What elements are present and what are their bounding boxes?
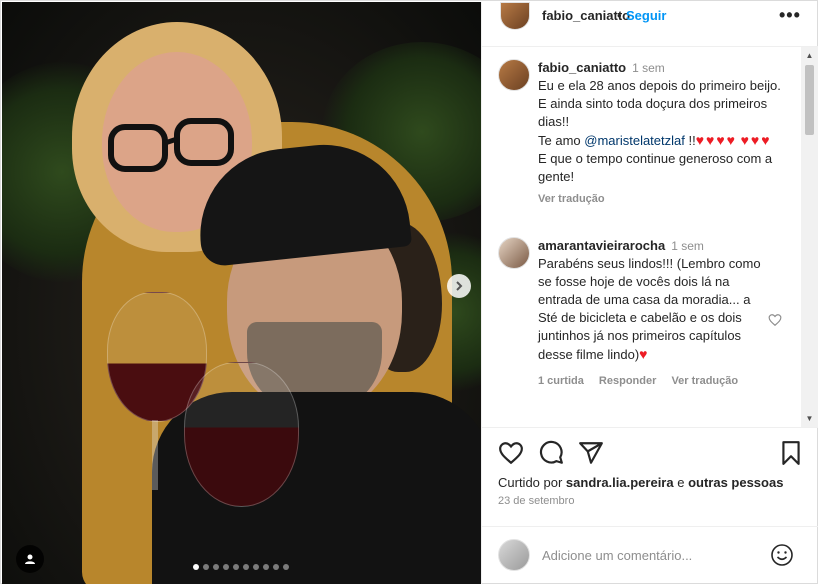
comments-list[interactable]: fabio_caniatto 1 sem Eu e ela 28 anos dep…: [482, 47, 818, 427]
author-avatar[interactable]: [498, 59, 530, 91]
carousel-dot: [233, 564, 239, 570]
add-comment-bar: [482, 527, 818, 583]
commenter-avatar[interactable]: [498, 237, 530, 269]
others-link[interactable]: outras pessoas: [688, 475, 783, 490]
comment-like-heart-icon[interactable]: [768, 313, 782, 327]
reply-button[interactable]: Responder: [599, 375, 656, 387]
user-icon: [25, 554, 35, 564]
comments-scrollbar[interactable]: ▲ ▼: [801, 47, 818, 427]
chevron-right-icon: [456, 281, 463, 291]
glasses-shape: [108, 118, 234, 172]
separator-dot: •: [617, 8, 622, 23]
carousel-dot: [193, 564, 199, 570]
carousel-dot: [213, 564, 219, 570]
carousel-dot: [283, 564, 289, 570]
post-header: fabio_caniatto • Seguir •••: [482, 2, 818, 31]
emoji-icon[interactable]: [770, 543, 794, 567]
caption-text: !!: [684, 133, 696, 148]
heart-icon[interactable]: [498, 440, 524, 466]
author-avatar[interactable]: [500, 2, 530, 30]
next-photo-button[interactable]: [447, 274, 471, 298]
carousel-dot: [243, 564, 249, 570]
carousel-dot: [203, 564, 209, 570]
comment-icon[interactable]: [538, 440, 564, 466]
hearts-emoji: ♥♥♥: [740, 132, 772, 148]
wine-glass-stem: [152, 420, 158, 490]
translate-link[interactable]: Ver tradução: [671, 375, 738, 387]
carousel-dot: [253, 564, 259, 570]
likes-summary: Curtido por sandra.lia.pereira e outras …: [498, 475, 783, 490]
likes-middle: e: [673, 475, 689, 490]
viewer-avatar: [498, 539, 530, 571]
comment-time[interactable]: 1 sem: [671, 239, 704, 253]
share-icon[interactable]: [578, 440, 604, 466]
comment-input[interactable]: [542, 544, 762, 566]
post-date[interactable]: 23 de setembro: [498, 495, 574, 507]
caption-text: Te amo: [538, 133, 585, 148]
divider: [482, 427, 818, 428]
likes-prefix: Curtido por: [498, 475, 566, 490]
post-modal: fabio_caniatto • Seguir ••• fabio_caniat…: [0, 0, 818, 584]
heart-emoji: ♥: [639, 346, 650, 362]
carousel-dot: [273, 564, 279, 570]
scrollbar-thumb[interactable]: [805, 65, 814, 135]
post-side-panel: fabio_caniatto • Seguir ••• fabio_caniat…: [481, 2, 818, 584]
carousel-dot: [223, 564, 229, 570]
scroll-down-arrow-icon[interactable]: ▼: [801, 410, 818, 427]
more-options-icon[interactable]: •••: [779, 5, 801, 26]
caption-text: Eu e ela 28 anos depois do primeiro beij…: [538, 78, 781, 129]
wine-glass: [184, 362, 299, 507]
follow-button[interactable]: Seguir: [626, 8, 666, 23]
caption-username[interactable]: fabio_caniatto: [538, 60, 626, 75]
post-actions: [482, 440, 818, 468]
mention-link[interactable]: @maristelatetzlaf: [584, 133, 685, 148]
carousel-indicator: [193, 564, 289, 570]
tagged-users-button[interactable]: [16, 545, 44, 573]
bookmark-icon[interactable]: [778, 440, 804, 466]
liked-by-user[interactable]: sandra.lia.pereira: [566, 475, 674, 490]
comment-username[interactable]: amarantavieirarocha: [538, 238, 665, 253]
caption-time[interactable]: 1 sem: [632, 61, 665, 75]
carousel-dot: [263, 564, 269, 570]
scroll-up-arrow-icon[interactable]: ▲: [801, 47, 818, 64]
comment-likes[interactable]: 1 curtida: [538, 375, 584, 387]
post-photo[interactable]: [2, 2, 481, 584]
translate-link[interactable]: Ver tradução: [538, 193, 605, 205]
hearts-emoji: ♥♥♥♥: [695, 132, 737, 148]
caption-text: E que o tempo continue generoso com a ge…: [538, 151, 773, 184]
